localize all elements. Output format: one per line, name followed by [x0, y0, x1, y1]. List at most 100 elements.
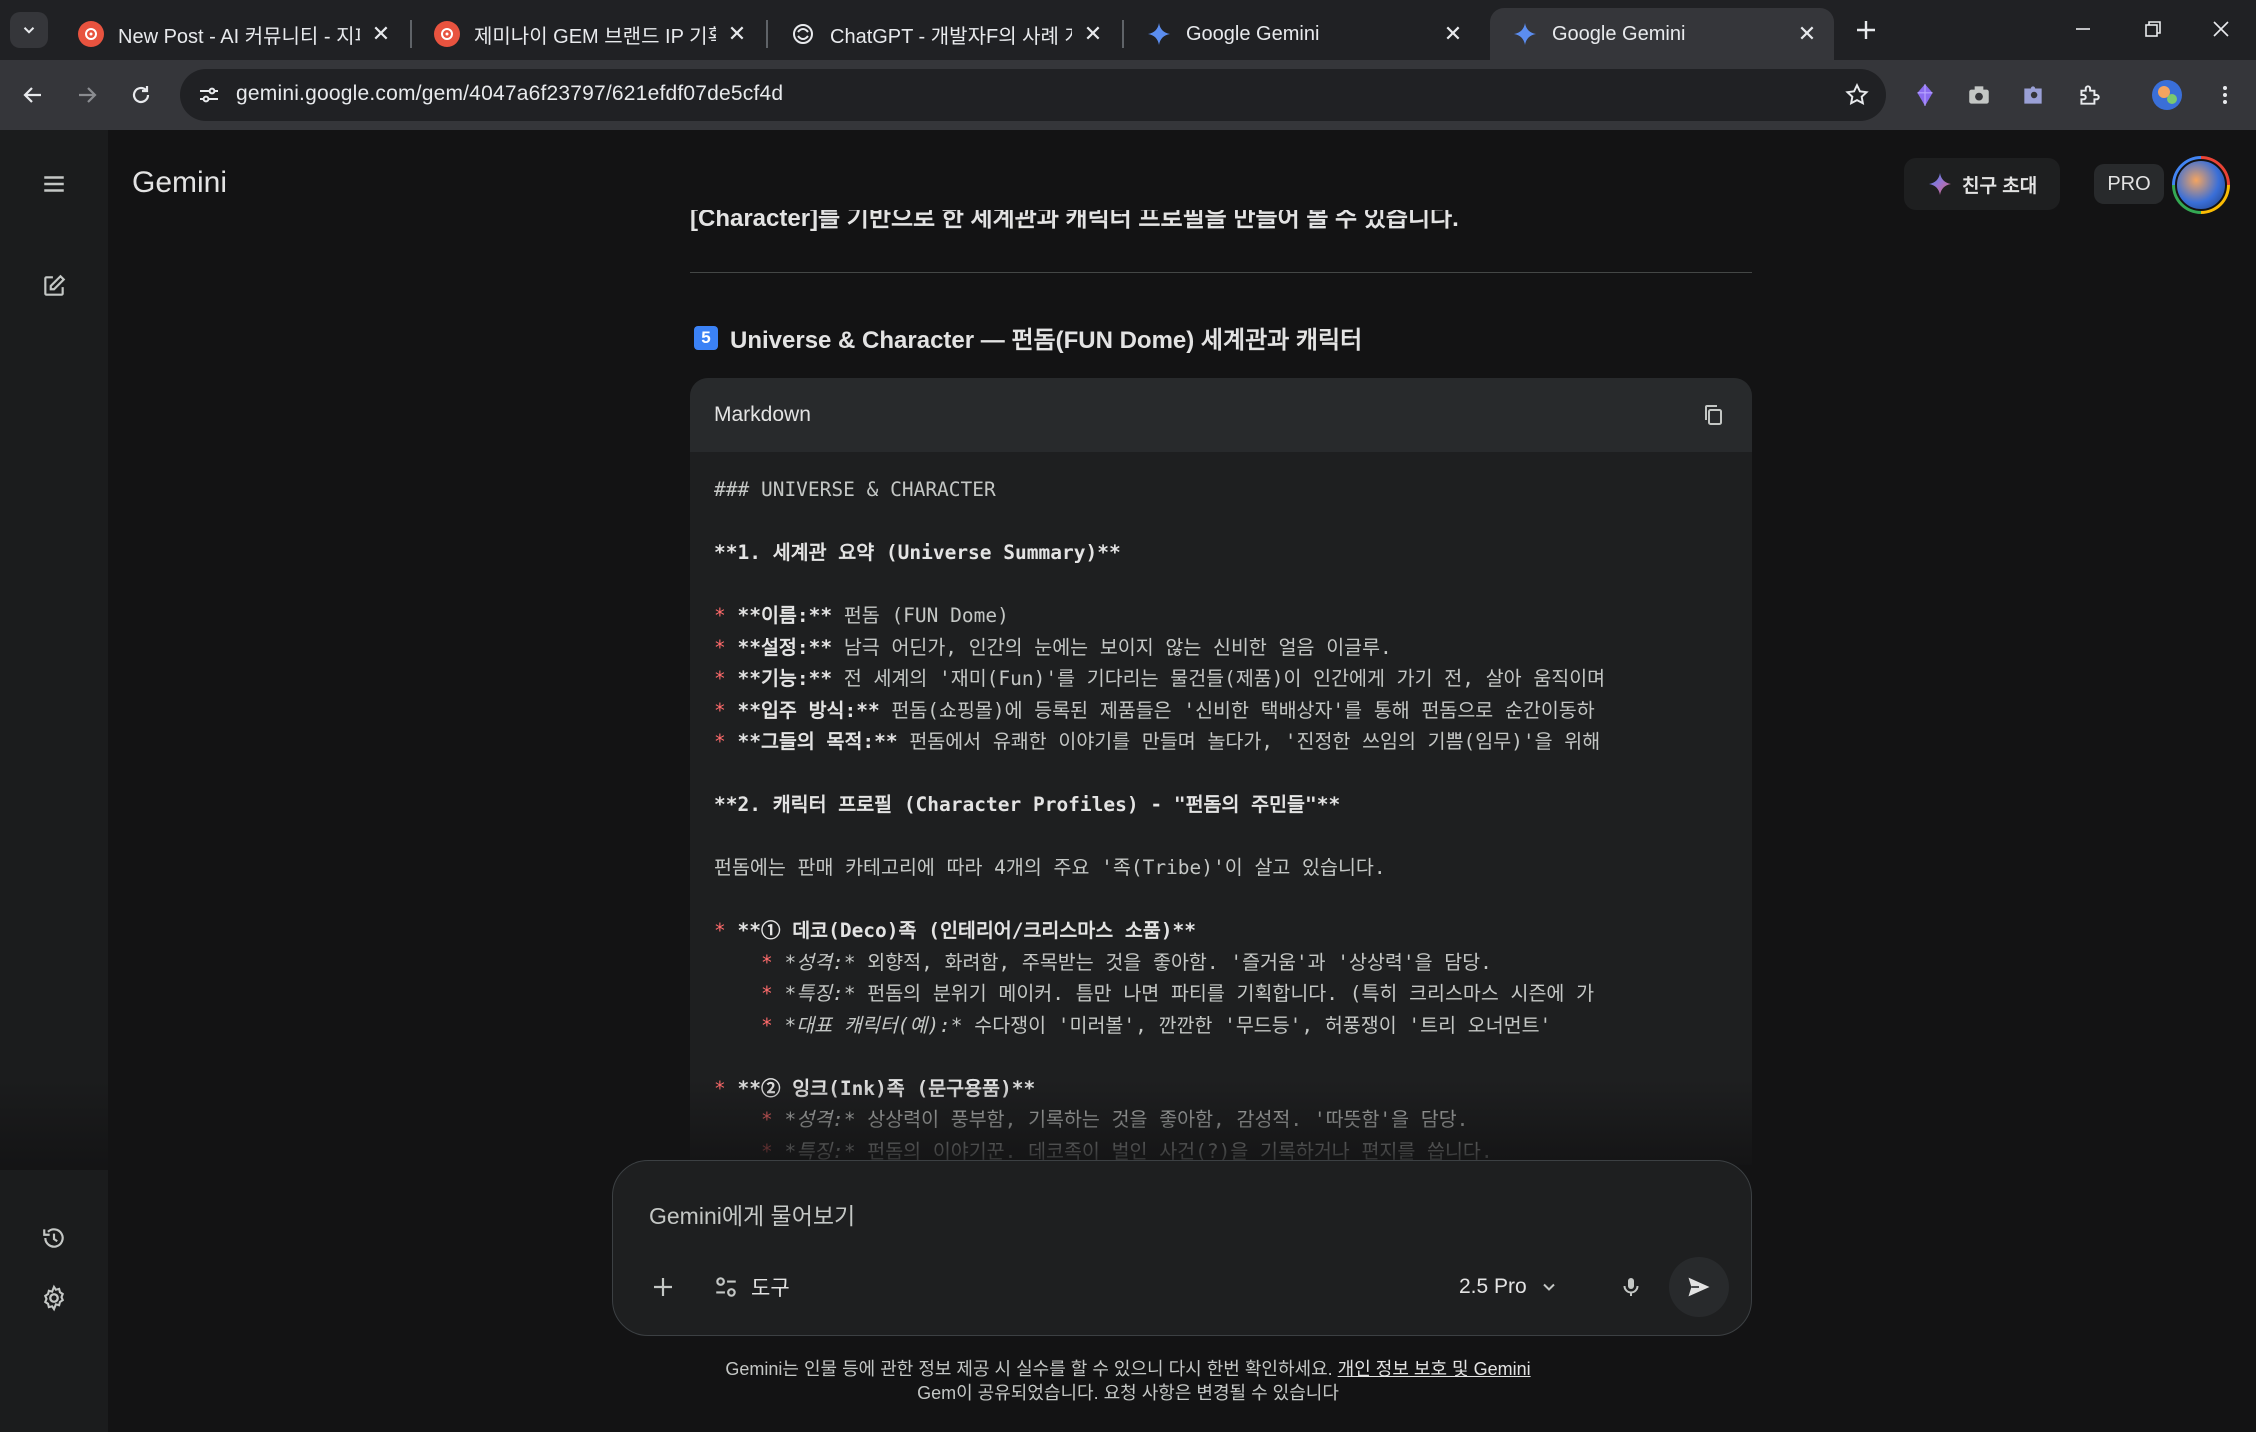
settings-button[interactable] [30, 1274, 78, 1322]
code-content[interactable]: ### UNIVERSE & CHARACTER **1. 세계관 요약 (Un… [690, 452, 1752, 1165]
send-icon [1688, 1277, 1710, 1297]
code-bullet: * [714, 698, 738, 722]
history-icon [43, 1228, 64, 1248]
url-text: gemini.google.com/gem/4047a6f23797/621ef… [236, 82, 784, 105]
privacy-link[interactable]: 개인 정보 보호 및 Gemini [1338, 1359, 1531, 1379]
prompt-input[interactable]: Gemini에게 물어보기 [649, 1197, 855, 1231]
arrow-right-icon [79, 87, 97, 103]
code-segment: 펀돔의 분위기 메이커. 틈만 나면 파티를 기획합니다. (특히 크리스마스 … [855, 982, 1595, 1005]
close-icon[interactable]: ✕ [1080, 21, 1106, 47]
code-segment: 수다쟁이 '미러볼', 깐깐한 '무드등', 허풍쟁이 '트리 오너먼트' [962, 1013, 1552, 1037]
tab-title: ChatGPT - 개발자F의 사례 게시 [830, 25, 1072, 48]
code-segment: **2. 캐릭터 프로필 (Character Profiles) - "펀돔의… [714, 793, 1341, 816]
close-icon[interactable]: ✕ [1794, 21, 1820, 47]
copy-code-button[interactable] [1696, 398, 1730, 432]
code-segment: 외향적, 화려함, 주목받는 것을 좋아함. '즐거움'과 '상상력'을 담당. [855, 950, 1492, 974]
disclaimer-footer: Gemini는 인물 등에 관한 정보 제공 시 실수를 할 수 있으니 다시 … [0, 1357, 2256, 1405]
microphone-button[interactable] [1609, 1265, 1653, 1309]
forward-button[interactable] [66, 74, 108, 116]
browser-tab-1[interactable]: New Post - AI 커뮤니티 - 지피 ✕ [56, 8, 408, 60]
extension-camera-icon[interactable] [1958, 74, 2000, 116]
invite-friend-button[interactable]: 친구 초대 [1904, 158, 2060, 210]
model-selector[interactable]: 2.5 Pro [1459, 1265, 1559, 1309]
minimize-button[interactable] [2048, 0, 2118, 58]
code-segment: 전 세계의 '재미(Fun)'를 기다리는 물건들(제품)이 인간에게 가기 전… [832, 667, 1606, 690]
code-segment: ### UNIVERSE & CHARACTER [714, 478, 996, 501]
code-segment: **입주 방식:** [737, 698, 880, 722]
code-segment: **그들의 목적:** [737, 730, 898, 753]
browser-tab-4[interactable]: Google Gemini ✕ [1124, 8, 1480, 60]
plus-icon [1857, 21, 1875, 39]
code-language-label: Markdown [714, 403, 811, 426]
new-tab-button[interactable] [1846, 12, 1886, 48]
chat-scroll-area[interactable]: [Character]를 기반으로 한 세계관과 캐릭터 프로필을 만들어 볼 … [690, 210, 1752, 1165]
partial-text: [Character]를 기반으로 한 세계관과 캐릭터 프로필을 만들어 볼 … [690, 210, 1459, 232]
close-icon[interactable]: ✕ [1440, 21, 1466, 47]
avatar-image [2175, 159, 2227, 211]
code-line: **2. 캐릭터 프로필 (Character Profiles) - "펀돔의… [714, 789, 1752, 821]
close-icon[interactable]: ✕ [368, 21, 394, 47]
disclaimer-text: Gemini는 인물 등에 관한 정보 제공 시 실수를 할 수 있으니 다시 … [725, 1359, 1338, 1379]
gear-icon [43, 1284, 65, 1312]
close-icon[interactable]: ✕ [724, 21, 750, 47]
back-button[interactable] [12, 74, 54, 116]
address-bar[interactable]: gemini.google.com/gem/4047a6f23797/621ef… [180, 69, 1886, 121]
pro-badge[interactable]: PRO [2094, 164, 2164, 204]
send-button[interactable] [1669, 1257, 1729, 1317]
tools-button[interactable]: 도구 [713, 1265, 790, 1309]
code-segment: 펀돔에는 판매 카테고리에 따라 4개의 주요 '족(Tribe)'이 살고 있… [714, 856, 1386, 879]
partial-text-line: [Character]를 기반으로 한 세계관과 캐릭터 프로필을 만들어 볼 … [690, 210, 1752, 238]
activity-history-button[interactable] [30, 1214, 78, 1262]
code-segment: 남극 어딘가, 인간의 눈에는 보이지 않는 신비한 얼음 이글루. [832, 635, 1392, 659]
reload-button[interactable] [120, 74, 162, 116]
extension-crystal-icon[interactable] [1904, 74, 1946, 116]
chevron-down-icon [23, 27, 35, 34]
code-line: * *대표 캐릭터(예):* 수다쟁이 '미러볼', 깐깐한 '무드등', 허풍… [714, 1010, 1752, 1042]
code-bullet: * [714, 667, 738, 690]
code-bullet: * [714, 1076, 738, 1100]
extension-puzzle-person-icon[interactable] [2012, 74, 2054, 116]
add-files-button[interactable] [641, 1265, 685, 1309]
arrow-left-icon [23, 87, 41, 103]
bookmark-star-icon[interactable] [1842, 80, 1872, 110]
code-block: Markdown ### UNIVERSE & CHARACTER **1. 세… [690, 378, 1752, 1165]
browser-tab-5-active[interactable]: Google Gemini ✕ [1490, 8, 1834, 60]
extensions-puzzle-icon[interactable] [2068, 74, 2110, 116]
profile-avatar-small[interactable] [2146, 74, 2188, 116]
tab-search-button[interactable] [10, 12, 48, 48]
code-segment: **1. 세계관 요약 (Universe Summary)** [714, 541, 1121, 564]
code-line: **1. 세계관 요약 (Universe Summary)** [714, 537, 1752, 569]
app-title[interactable]: Gemini [132, 166, 227, 200]
close-window-button[interactable] [2186, 0, 2256, 58]
code-line: 펀돔에는 판매 카테고리에 따라 4개의 주요 '족(Tribe)'이 살고 있… [714, 852, 1752, 884]
account-avatar[interactable] [2172, 156, 2230, 214]
code-line: * **입주 방식:** 펀돔(쇼핑몰)에 등록된 제품들은 '신비한 택배상자… [714, 695, 1752, 727]
minimize-icon [2076, 28, 2090, 30]
main-menu-button[interactable] [30, 160, 78, 208]
tools-label: 도구 [751, 1277, 790, 1300]
code-segment: *성격:* [784, 1108, 856, 1131]
tools-sliders-icon [716, 1277, 736, 1297]
code-bullet: * [714, 1013, 785, 1037]
gemini-sparkle-icon [1929, 173, 1951, 195]
site-settings-icon[interactable] [194, 80, 224, 110]
code-line: * **기능:** 전 세계의 '재미(Fun)'를 기다리는 물건들(제품)이… [714, 663, 1752, 695]
keycap-number-badge: 5 [694, 325, 718, 350]
close-icon [2213, 21, 2229, 37]
gemini-sparkle-icon [1512, 21, 1538, 47]
restore-button[interactable] [2118, 0, 2188, 58]
reload-icon [132, 86, 150, 104]
browser-tab-3[interactable]: ChatGPT - 개발자F의 사례 게시 ✕ [768, 8, 1120, 60]
code-segment: 펀돔에서 유쾌한 이야기를 만들며 놀다가, '진정한 쓰임의 기쁨(임무)'을… [897, 730, 1601, 753]
new-chat-button[interactable] [30, 262, 78, 310]
prompt-composer: Gemini에게 물어보기 도구 2.5 Pro [612, 1160, 1752, 1336]
chatgpt-icon [790, 21, 816, 47]
browser-menu-icon[interactable] [2204, 74, 2246, 116]
browser-tab-2[interactable]: 제미나이 GEM 브랜드 IP 기획 ✕ [412, 8, 764, 60]
gpters-icon [78, 21, 104, 47]
code-line: ### UNIVERSE & CHARACTER [714, 474, 1752, 506]
gem-shared-notice: Gem이 공유되었습니다. 요청 사항은 변경될 수 있습니다 [917, 1383, 1339, 1403]
